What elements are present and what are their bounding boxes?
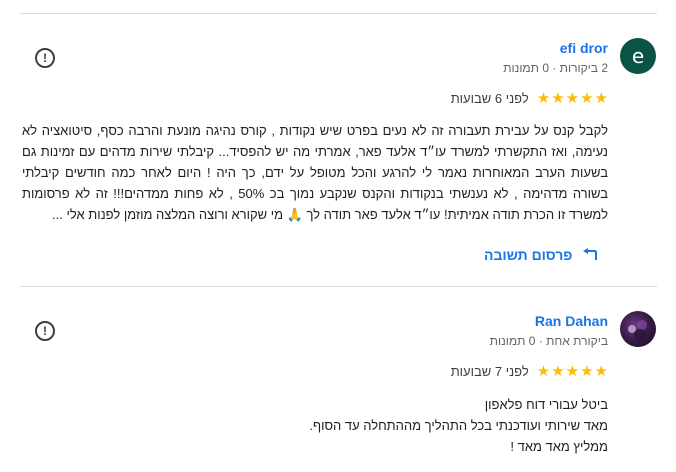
avatar[interactable]: e [620, 38, 656, 74]
reply-button[interactable]: פרסום תשובה [484, 247, 598, 263]
author-block: efi dror 2 ביקורות · 0 תמונות [503, 39, 608, 76]
review-date: לפני 7 שבועות [450, 364, 529, 379]
review-line: ביטל עבורי דוח פלאפון [484, 397, 608, 412]
review-line: ממליץ מאד מאד ! [510, 439, 608, 454]
star-icon: ★ [536, 90, 551, 107]
star-icon: ★ [551, 90, 565, 107]
star-rating: ★ ★ ★ ★ ★ [537, 91, 608, 106]
star-rating: ★ ★ ★ ★ ★ [537, 364, 608, 379]
review-text: לקבל קנס על עבירת תעבורה זה לא נעים בפרט… [22, 123, 609, 222]
author-meta: 2 ביקורות · 0 תמונות [503, 61, 608, 75]
author-meta: ביקורת אחת · 0 תמונות [489, 334, 608, 348]
reply-arrow-icon [583, 248, 598, 260]
star-icon: ★ [565, 363, 580, 380]
author-name[interactable]: efi dror [503, 39, 608, 57]
avatar[interactable] [620, 311, 656, 347]
flag-icon[interactable]: ! [35, 48, 55, 68]
avatar-photo [628, 320, 647, 341]
divider [20, 13, 657, 14]
star-icon: ★ [594, 90, 608, 107]
review-date: לפני 6 שבועות [450, 91, 529, 106]
author-name[interactable]: Ran Dahan [490, 312, 608, 330]
review-text: ביטל עבורי דוח פלאפון מאד שירותי ועודכנת… [309, 394, 608, 457]
star-icon: ★ [580, 363, 594, 380]
star-icon: ★ [565, 90, 580, 107]
author-block: Ran Dahan ביקורת אחת · 0 תמונות [490, 312, 608, 349]
flag-icon[interactable]: ! [35, 321, 55, 341]
star-icon: ★ [580, 90, 594, 107]
star-icon: ★ [536, 363, 551, 380]
divider [20, 286, 657, 287]
star-icon: ★ [551, 363, 565, 380]
rating-row: ★ ★ ★ ★ ★ לפני 6 שבועות [451, 91, 608, 106]
reviews-list: e efi dror 2 ביקורות · 0 תמונות ! ★ ★ ★ … [0, 0, 676, 472]
rating-row: ★ ★ ★ ★ ★ לפני 7 שבועות [451, 364, 608, 379]
reply-label: פרסום תשובה [484, 247, 573, 263]
review-line: מאד שירותי ועודכנתי בכל התהליך מההתחלה ע… [309, 418, 608, 433]
star-icon: ★ [594, 363, 608, 380]
